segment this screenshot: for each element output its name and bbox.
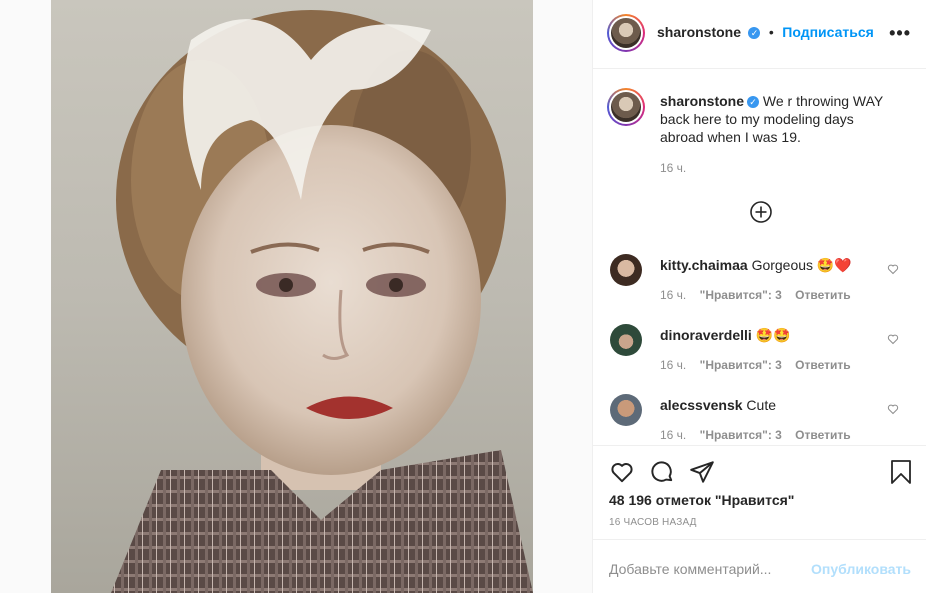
comment-username[interactable]: kitty.chaimaa <box>660 257 748 273</box>
comment-likes[interactable]: "Нравится": 3 <box>700 428 782 442</box>
reply-button[interactable]: Ответить <box>795 428 850 442</box>
separator-dot: • <box>768 24 774 40</box>
comment-icon[interactable] <box>649 459 675 485</box>
caption-username[interactable]: sharonstone <box>660 93 744 109</box>
left-gutter <box>0 0 51 593</box>
post-side-panel: sharonstone ✓ • Подписаться ••• sharonst… <box>592 0 926 593</box>
comment-time[interactable]: 16 ч. <box>660 428 686 442</box>
right-gutter <box>533 0 592 593</box>
author-username[interactable]: sharonstone <box>657 24 741 40</box>
post-actions: 48 196 отметок "Нравится" 16 ЧАСОВ НАЗАД <box>593 445 926 539</box>
heart-icon[interactable] <box>887 263 899 275</box>
comment-text: 🤩🤩 <box>755 327 791 343</box>
verified-icon: ✓ <box>748 26 761 39</box>
follow-button[interactable]: Подписаться <box>782 24 874 40</box>
commenter-avatar[interactable] <box>610 394 642 426</box>
caption-avatar[interactable] <box>607 88 645 126</box>
author-avatar[interactable] <box>607 14 645 52</box>
caption-time: 16 ч. <box>660 161 687 175</box>
post-header: sharonstone ✓ • Подписаться ••• <box>593 0 926 69</box>
commenter-avatar[interactable] <box>610 254 642 286</box>
comment-username[interactable]: dinoraverdelli <box>660 327 752 343</box>
comment-time[interactable]: 16 ч. <box>660 288 686 302</box>
comment-likes[interactable]: "Нравится": 3 <box>700 358 782 372</box>
commenter-avatar[interactable] <box>610 324 642 356</box>
more-options-icon[interactable]: ••• <box>889 23 911 44</box>
heart-icon[interactable] <box>887 333 899 345</box>
comment-text: Cute <box>746 397 776 413</box>
comment-username[interactable]: alecssvensk <box>660 397 743 413</box>
caption: sharonstone ✓ We r throwing WAY back here… <box>660 92 900 146</box>
comment-likes[interactable]: "Нравится": 3 <box>700 288 782 302</box>
reply-button[interactable]: Ответить <box>795 288 850 302</box>
comment-input[interactable]: Добавьте комментарий... <box>609 561 771 577</box>
comment-time[interactable]: 16 ч. <box>660 358 686 372</box>
portrait-illustration <box>111 10 533 593</box>
share-icon[interactable] <box>689 459 715 485</box>
like-heart-icon[interactable] <box>609 459 635 485</box>
comment-composer: Добавьте комментарий... Опубликовать <box>593 539 926 594</box>
likes-count[interactable]: 48 196 отметок "Нравится" <box>609 492 794 508</box>
post-photo[interactable] <box>51 0 533 593</box>
verified-icon: ✓ <box>747 96 760 109</box>
post-timestamp[interactable]: 16 ЧАСОВ НАЗАД <box>609 517 697 528</box>
plus-circle-icon[interactable] <box>749 200 773 224</box>
comment-text: Gorgeous 🤩❤️ <box>751 257 852 273</box>
post-comment-button[interactable]: Опубликовать <box>811 561 911 577</box>
heart-icon[interactable] <box>887 403 899 415</box>
bookmark-icon[interactable] <box>889 459 913 485</box>
reply-button[interactable]: Ответить <box>795 358 850 372</box>
